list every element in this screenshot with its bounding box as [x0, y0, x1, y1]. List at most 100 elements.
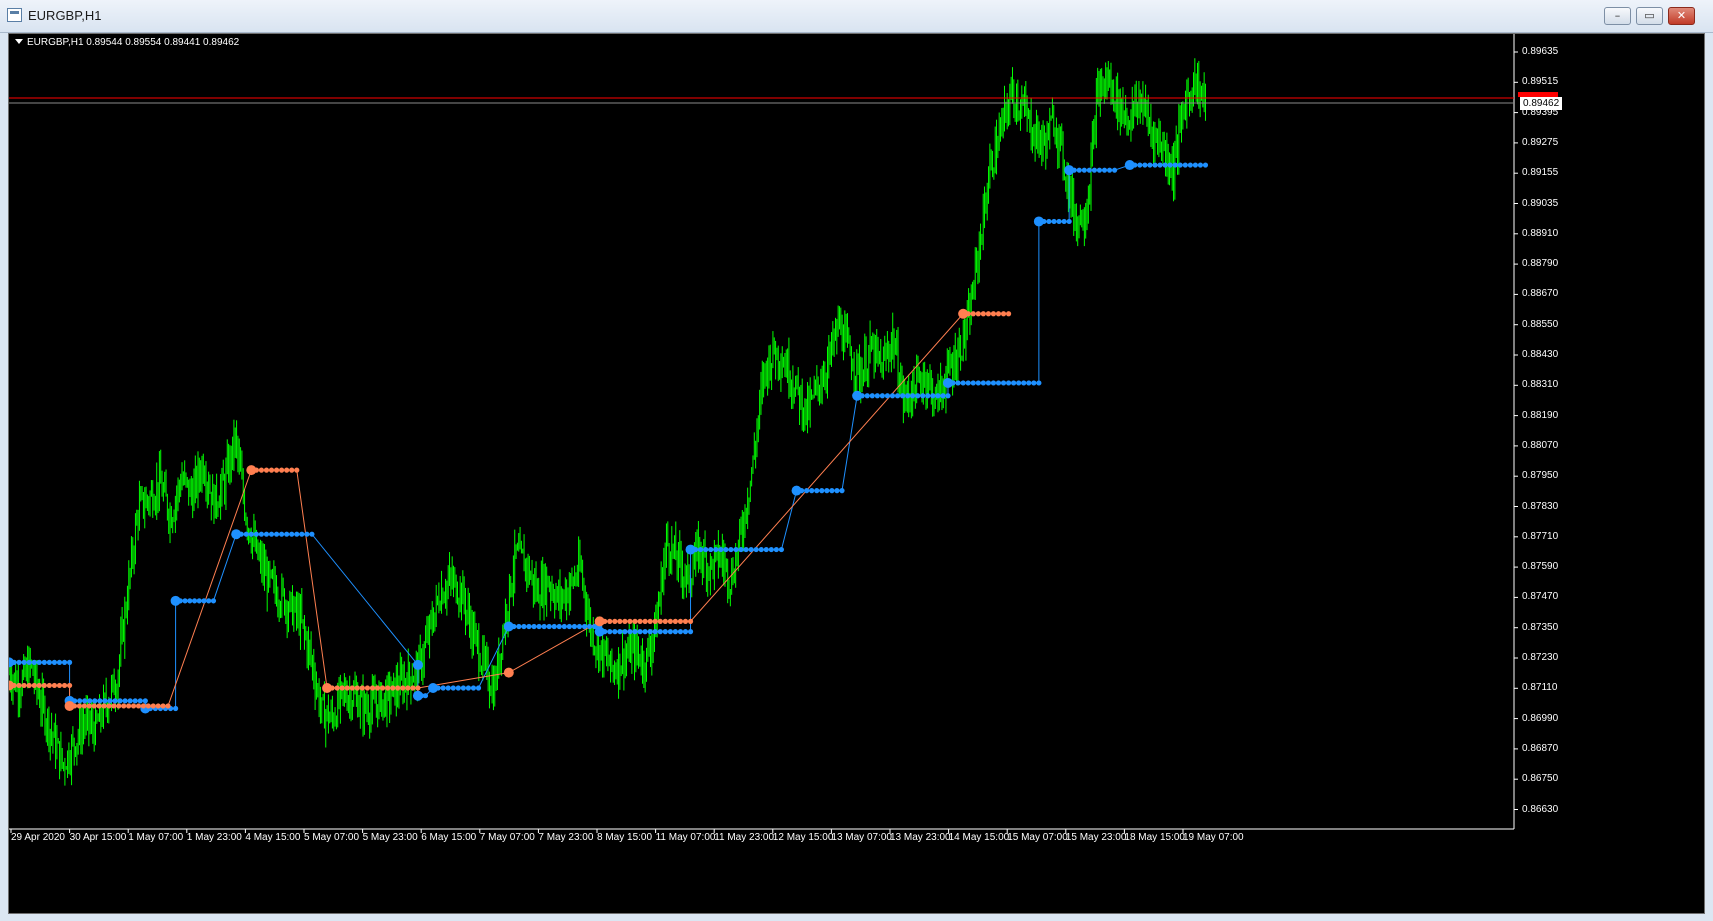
stop-up-dot [1000, 380, 1007, 386]
stop-up-dot [930, 393, 936, 399]
stop-down-dot [344, 685, 350, 691]
stop-down-dot-signal [64, 700, 75, 711]
price-chart[interactable]: EURGBP,H1 0.89544 0.89554 0.89441 0.8946… [8, 33, 1705, 914]
stop-up-dot [1076, 167, 1082, 173]
stop-up-dot-signal [791, 485, 802, 496]
stop-down-dot [607, 618, 613, 624]
time-tick-label: 8 May 15:00 [597, 832, 653, 843]
stop-down-dot [91, 703, 97, 709]
stop-down-dot [130, 703, 137, 709]
stop-up-dot [940, 393, 946, 399]
stop-up-dot [687, 629, 694, 635]
stop-down-dot [359, 685, 365, 691]
price-tick-label: 0.88790 [1522, 258, 1559, 270]
minimize-button[interactable]: – [1604, 7, 1631, 25]
stop-down-dot [111, 703, 117, 709]
stop-up-dot [1162, 162, 1168, 168]
stop-up-dot-signal [1064, 165, 1075, 176]
window-titlebar[interactable]: EURGBP,H1 – ▭ ✕ [0, 0, 1713, 33]
stop-down-dot [354, 685, 360, 691]
stop-down-dot [289, 467, 295, 473]
stop-up-dot [581, 623, 588, 630]
stop-down-dot [390, 685, 396, 691]
price-tick-label: 0.89515 [1522, 76, 1559, 88]
stop-down-dot [657, 618, 663, 624]
stop-up-dot [713, 546, 719, 553]
stop-up-dot [210, 598, 217, 604]
stop-up-dot [541, 623, 547, 630]
price-tick-label: 0.87710 [1522, 530, 1559, 542]
stop-up-dot [1026, 380, 1032, 386]
stop-down-dot [56, 682, 63, 689]
stop-up-dot [990, 380, 997, 386]
stop-up-dot [935, 393, 941, 399]
stop-up-dot [778, 546, 785, 553]
stop-up-dot [723, 546, 729, 553]
restore-button[interactable]: ▭ [1636, 7, 1663, 25]
terminal-window: EURGBP,H1 – ▭ ✕ EURGBP,H1 0.89544 0.8955… [0, 0, 1713, 921]
stop-up-dot [206, 598, 212, 604]
stop-up-dot [536, 623, 542, 630]
stop-down-dot [279, 467, 285, 473]
stop-up-dot [576, 623, 583, 630]
stop-up-dot [965, 380, 971, 386]
stop-up-dot [637, 629, 643, 635]
stop-up-dot [465, 685, 472, 691]
price-tick-label: 0.86990 [1522, 712, 1559, 724]
stop-up-dot [809, 488, 815, 494]
stop-down-dot [26, 682, 32, 689]
stop-up-dot-signal [412, 690, 423, 701]
stop-up-dot [612, 629, 618, 635]
stop-down-dot [369, 685, 376, 691]
stop-down-dot-signal [594, 616, 605, 627]
stop-down-dot [36, 682, 42, 689]
stop-up-dot [97, 698, 103, 704]
stop-down-dot [632, 618, 638, 624]
chart-canvas[interactable] [9, 34, 1704, 913]
stop-up-dot [879, 393, 885, 399]
stop-up-dot [743, 546, 749, 553]
stop-up-dot [960, 380, 966, 386]
stop-down-dot-signal [958, 308, 969, 319]
stop-down-dot [150, 703, 156, 709]
stop-up-dot [718, 546, 724, 553]
stop-up-dot [248, 531, 254, 537]
stop-up-dot [455, 685, 461, 691]
time-tick-label: 19 May 07:00 [1183, 832, 1244, 843]
stop-up-dot-signal [685, 544, 696, 555]
stop-down-dot [667, 618, 673, 624]
stop-up-dot [703, 546, 709, 553]
stop-up-dot [1101, 167, 1108, 173]
price-tick-label: 0.89275 [1522, 136, 1559, 148]
stop-up-dot [258, 531, 265, 537]
close-button[interactable]: ✕ [1668, 7, 1695, 25]
stop-down-dot [652, 618, 658, 624]
stop-up-dot-signal [943, 377, 954, 388]
time-tick-label: 12 May 15:00 [772, 832, 834, 843]
stop-up-dot [26, 659, 32, 665]
stop-up-dot [117, 698, 123, 704]
stop-up-dot [899, 393, 906, 399]
stop-up-dot [551, 623, 557, 630]
stop-up-dot [662, 629, 668, 635]
stop-up-dot [470, 685, 477, 691]
stop-down-dot [1005, 311, 1012, 317]
collapse-triangle-icon[interactable] [15, 39, 23, 44]
stop-up-dot [187, 598, 193, 604]
stop-up-dot [586, 623, 593, 630]
stop-up-dot [682, 629, 689, 635]
price-tick-label: 0.87830 [1522, 500, 1559, 512]
stop-up-dot [728, 546, 734, 553]
stop-up-dot-signal [231, 529, 242, 540]
stop-up-dot-signal [1033, 216, 1044, 227]
stop-down-dot [415, 685, 421, 691]
stop-up-dot [1167, 162, 1173, 168]
stop-down-dot [126, 703, 132, 709]
stop-up-dot [243, 531, 249, 537]
stop-up-dot [1137, 162, 1143, 168]
stop-down-dot [405, 685, 411, 691]
stop-down-dot [268, 467, 275, 473]
stop-up-dot [819, 488, 825, 494]
stop-up-dot [1172, 162, 1178, 168]
stop-down-dot [622, 618, 628, 624]
